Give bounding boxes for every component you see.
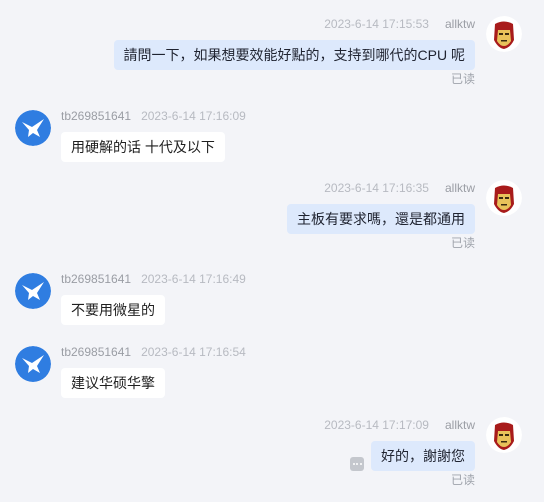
sender-name[interactable]: allktw — [445, 181, 475, 195]
iron-man-avatar-icon[interactable] — [486, 16, 522, 52]
read-status: 已读 — [450, 72, 475, 86]
sender-name[interactable]: allktw — [445, 418, 475, 432]
iron-man-avatar-icon[interactable] — [486, 417, 522, 453]
message-meta: tb269851641 2023-6-14 17:16:49 — [61, 271, 246, 287]
blue-bird-avatar-icon[interactable] — [15, 346, 51, 382]
message-bubble[interactable]: 好的，謝謝您 — [371, 441, 475, 471]
message-meta: tb269851641 2023-6-14 17:16:09 — [61, 108, 246, 124]
message-bubble[interactable]: 不要用微星的 — [61, 295, 165, 325]
message-bubble[interactable]: 請問一下，如果想要效能好點的，支持到哪代的CPU 呢 — [113, 40, 475, 70]
message-timestamp: 2023-6-14 17:15:53 — [324, 17, 429, 31]
blue-bird-avatar-icon[interactable] — [15, 110, 51, 146]
message-bubble[interactable]: 建议华硕华擎 — [61, 368, 165, 398]
message-meta: tb269851641 2023-6-14 17:16:54 — [61, 344, 246, 360]
message-bubble[interactable]: 主板有要求嗎，還是都通用 — [287, 204, 475, 234]
message-meta: 2023-6-14 17:16:35 allktw — [324, 180, 475, 196]
message-timestamp: 2023-6-14 17:16:35 — [324, 181, 429, 195]
sender-name[interactable]: allktw — [445, 17, 475, 31]
message-timestamp: 2023-6-14 17:16:09 — [141, 109, 246, 123]
sender-name[interactable]: tb269851641 — [61, 109, 131, 123]
read-status: 已读 — [450, 236, 475, 250]
message-bubble[interactable]: 用硬解的话 十代及以下 — [61, 132, 225, 162]
read-status: 已读 — [450, 473, 475, 487]
more-options-icon[interactable] — [350, 457, 364, 471]
message-timestamp: 2023-6-14 17:16:54 — [141, 345, 246, 359]
iron-man-avatar-icon[interactable] — [486, 180, 522, 216]
sender-name[interactable]: tb269851641 — [61, 272, 131, 286]
message-timestamp: 2023-6-14 17:16:49 — [141, 272, 246, 286]
message-timestamp: 2023-6-14 17:17:09 — [324, 418, 429, 432]
message-meta: 2023-6-14 17:17:09 allktw — [324, 417, 475, 433]
message-meta: 2023-6-14 17:15:53 allktw — [324, 16, 475, 32]
blue-bird-avatar-icon[interactable] — [15, 273, 51, 309]
sender-name[interactable]: tb269851641 — [61, 345, 131, 359]
